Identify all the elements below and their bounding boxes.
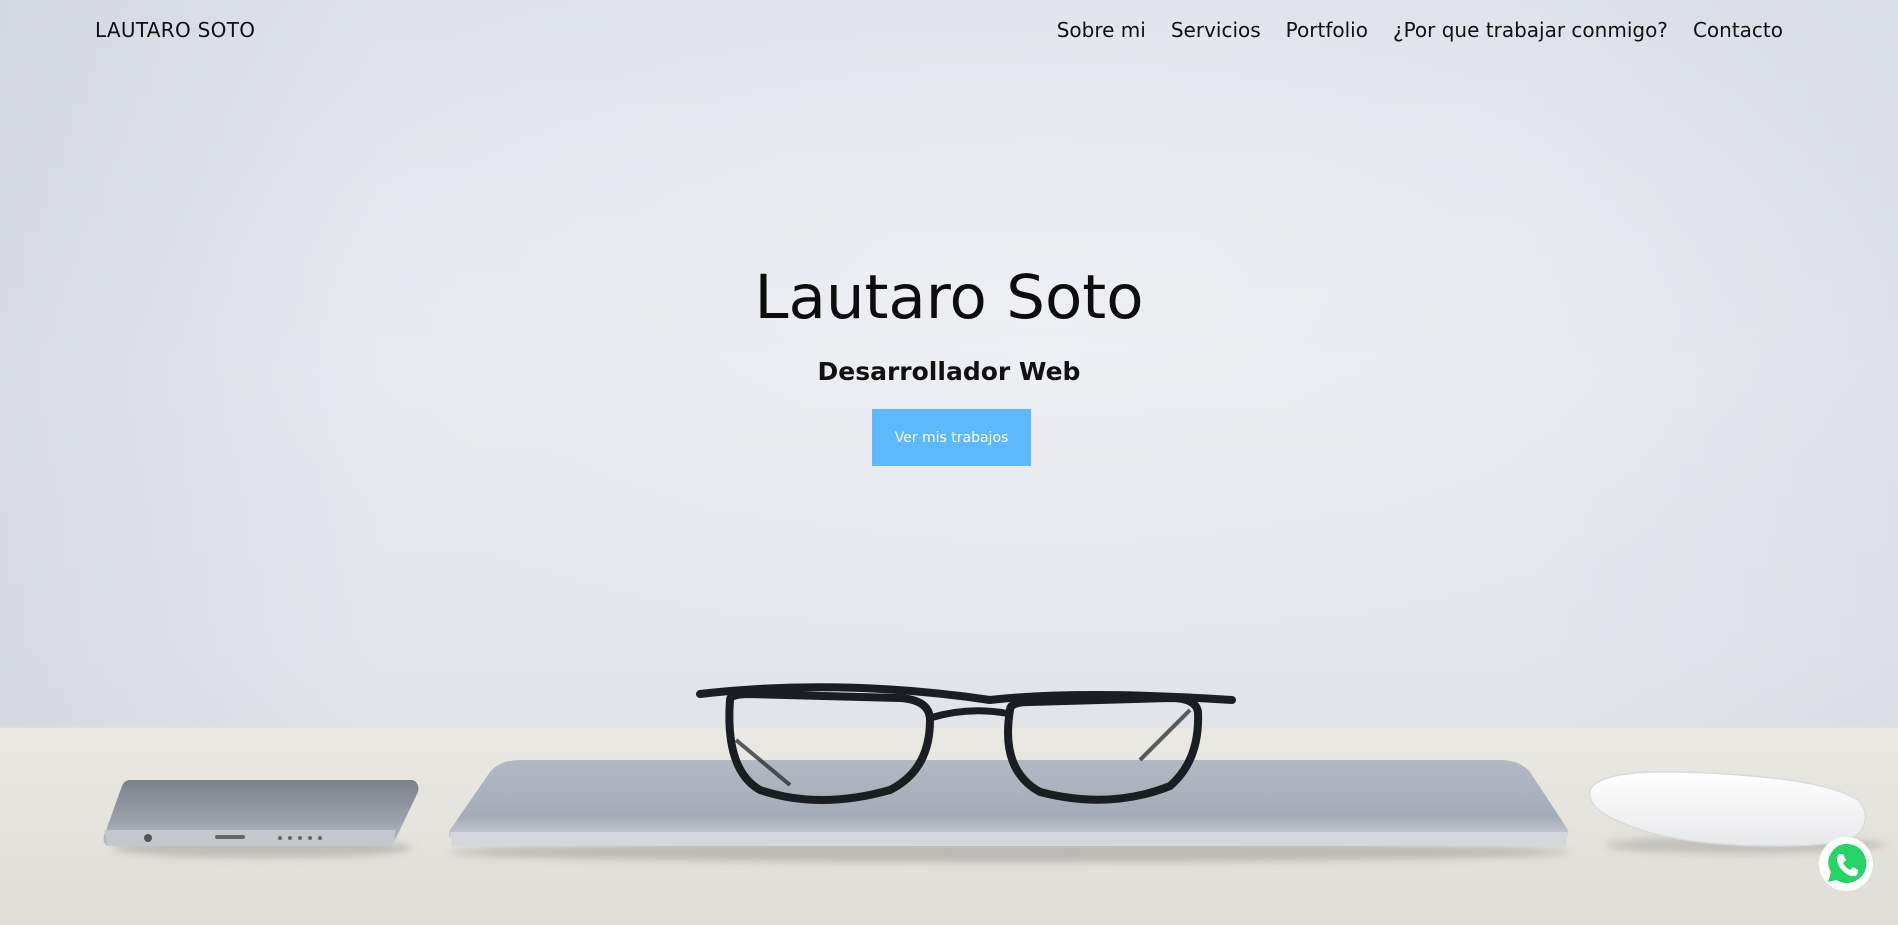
phone-image [103, 780, 419, 858]
laptop-image [448, 760, 1570, 862]
nav-item-por-que-trabajar-conmigo[interactable]: ¿Por que trabajar conmigo? [1393, 18, 1668, 42]
hero-section: LAUTARO SOTO Sobre mi Servicios Portfoli… [0, 0, 1898, 925]
ver-mis-trabajos-button[interactable]: Ver mis trabajos [872, 409, 1031, 466]
nav-item-portfolio[interactable]: Portfolio [1286, 18, 1368, 42]
nav-item-servicios[interactable]: Servicios [1171, 18, 1261, 42]
nav-item-contacto[interactable]: Contacto [1693, 18, 1783, 42]
whatsapp-icon [1819, 837, 1873, 891]
nav-menu: Sobre mi Servicios Portfolio ¿Por que tr… [1057, 18, 1783, 42]
whatsapp-button[interactable] [1818, 836, 1874, 892]
nav-item-sobre-mi[interactable]: Sobre mi [1057, 18, 1146, 42]
brand-logo-text[interactable]: LAUTARO SOTO [95, 18, 255, 42]
top-navbar: LAUTARO SOTO Sobre mi Servicios Portfoli… [0, 0, 1898, 64]
hero-subtitle: Desarrollador Web [817, 357, 1081, 386]
hero-title: Lautaro Soto [754, 262, 1144, 333]
